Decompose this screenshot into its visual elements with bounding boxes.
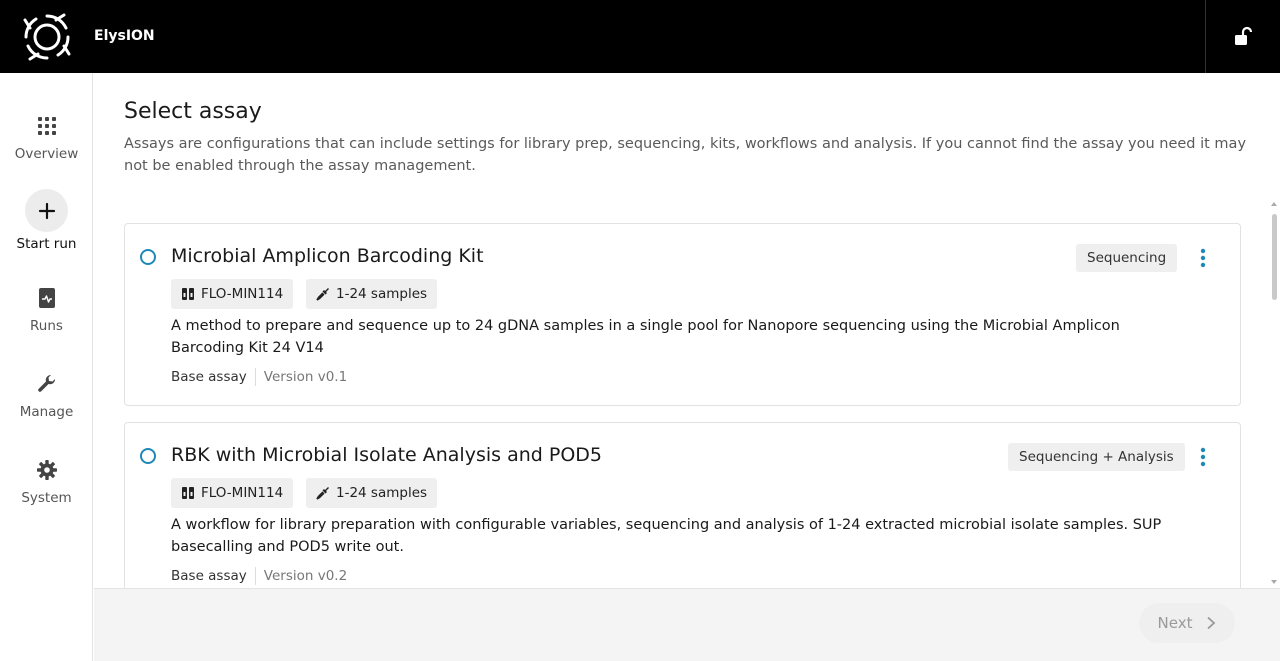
assay-description: A method to prepare and sequence up to 2… [171,318,1120,356]
top-bar: ElysION [0,0,1280,73]
assay-radio[interactable] [140,249,156,265]
base-assay-label: Base assay [171,568,247,584]
next-label: Next [1157,614,1193,632]
pipette-icon [316,288,329,301]
samples-chip: 1-24 samples [306,279,438,309]
pipette-icon [316,487,329,500]
base-assay-label: Base assay [171,369,247,385]
sidebar-item-runs[interactable]: Runs [0,287,93,334]
sidebar-item-overview[interactable]: Overview [0,115,93,162]
meta-divider [254,567,256,585]
samples-label: 1-24 samples [336,485,428,501]
page-description: Assays are configurations that can inclu… [124,136,1247,174]
samples-chip: 1-24 samples [306,478,438,508]
sidebar-item-label: Runs [30,318,63,334]
start-run-circle [25,189,68,232]
more-options-icon[interactable] [1194,445,1212,469]
assay-title: Microbial Amplicon Barcoding Kit [171,245,484,267]
runs-document-icon [38,288,55,308]
assay-type-badge: Sequencing [1076,244,1178,272]
page-title: Select assay [124,99,262,124]
flowcell-chip: FLO-MIN114 [171,478,294,508]
chevron-right-icon [1207,616,1216,630]
assay-card[interactable]: Microbial Amplicon Barcoding Kit Sequenc… [124,223,1241,406]
flowcell-label: FLO-MIN114 [201,286,284,302]
sidebar-item-label: System [21,490,72,506]
next-button[interactable]: Next [1139,603,1235,643]
main-content: Select assay Assays are configurations t… [94,73,1280,588]
sidebar-item-label: Overview [14,146,79,162]
scroll-down-arrow-icon[interactable] [1271,580,1277,584]
assay-description: A workflow for library preparation with … [171,517,1162,555]
flowcell-label: FLO-MIN114 [201,485,284,501]
gear-icon [36,460,57,480]
sidebar-item-label: Manage [19,404,74,420]
sidebar-item-manage[interactable]: Manage [0,373,93,420]
sidebar-item-system[interactable]: System [0,459,93,506]
elysion-logo-icon[interactable] [22,12,72,62]
meta-divider [254,368,256,386]
assay-type-badge: Sequencing + Analysis [1008,443,1185,471]
app-title: ElysION [94,28,155,44]
assay-version: Version v0.2 [263,568,348,584]
plus-icon [38,202,55,219]
assay-meta: Base assay Version v0.2 [171,567,347,585]
footer-bar: Next [94,588,1280,661]
scrollbar-thumb[interactable] [1272,214,1277,300]
wrench-icon [37,374,55,392]
assay-radio[interactable] [140,448,156,464]
header-divider [1205,0,1206,73]
scroll-up-arrow-icon[interactable] [1271,202,1277,206]
more-options-icon[interactable] [1194,246,1212,270]
flowcell-icon [182,288,194,300]
assay-meta: Base assay Version v0.1 [171,368,347,386]
assay-title: RBK with Microbial Isolate Analysis and … [171,444,602,466]
unlocked-padlock-icon[interactable] [1232,26,1254,48]
flowcell-icon [182,487,194,499]
flowcell-chip: FLO-MIN114 [171,279,294,309]
sidebar-item-label: Start run [16,236,77,252]
sidebar: Overview Start run Runs Manage System [0,73,93,661]
grid-icon [37,117,56,135]
sidebar-item-start-run[interactable]: Start run [0,189,93,252]
assay-card[interactable]: RBK with Microbial Isolate Analysis and … [124,422,1241,588]
assay-version: Version v0.1 [263,369,348,385]
samples-label: 1-24 samples [336,286,428,302]
